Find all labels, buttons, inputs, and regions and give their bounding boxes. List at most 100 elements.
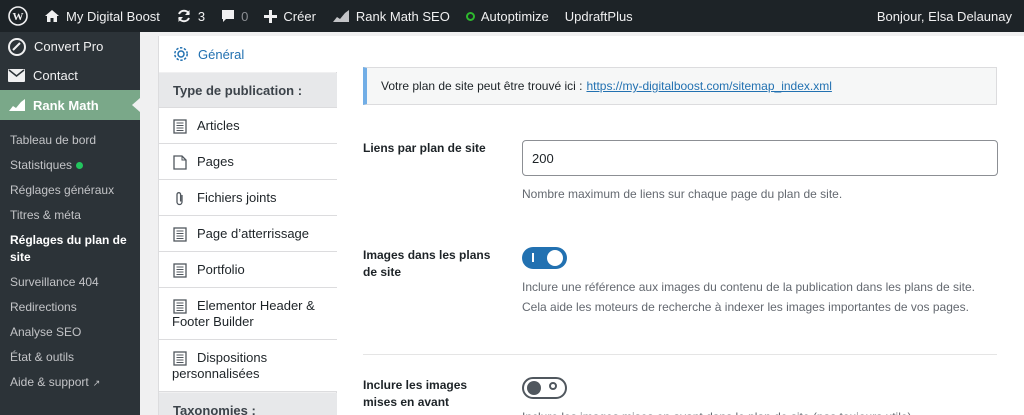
tab-general-label: Général xyxy=(198,46,245,62)
rankmath-label: Rank Math SEO xyxy=(355,8,450,24)
submenu-statistics-label: Statistiques xyxy=(10,158,73,172)
site-name: My Digital Boost xyxy=(66,8,160,24)
wordpress-logo-button[interactable]: W xyxy=(0,0,36,32)
envelope-icon xyxy=(8,69,25,82)
submenu-sitemap-settings-label: Réglages du plan de site xyxy=(10,233,127,264)
submenu-dashboard-label: Tableau de bord xyxy=(10,133,97,147)
featured-images-label: Inclure les images mises en avant xyxy=(363,378,468,409)
tab-custom-layouts-label: Dispositions personnalisées xyxy=(172,350,268,381)
page-icon xyxy=(173,155,187,170)
comments-count: 0 xyxy=(241,8,249,24)
admin-sidebar: Convert Pro Contact Rank Math Tableau de… xyxy=(0,32,140,415)
rank-math-icon xyxy=(332,10,349,22)
tab-portfolio[interactable]: Portfolio xyxy=(159,252,337,288)
updraft-label: UpdraftPlus xyxy=(564,8,633,24)
submenu-seo-analysis[interactable]: Analyse SEO xyxy=(0,320,140,345)
tab-general[interactable]: Général xyxy=(159,36,337,72)
submenu-redirections-label: Redirections xyxy=(10,300,77,314)
site-name-link[interactable]: My Digital Boost xyxy=(36,0,168,32)
submenu-status-tools[interactable]: État & outils xyxy=(0,345,140,370)
tab-articles[interactable]: Articles xyxy=(159,108,337,144)
autoptimize-link[interactable]: Autoptimize xyxy=(458,0,557,32)
convert-pro-icon xyxy=(8,37,26,56)
menu-contact[interactable]: Contact xyxy=(0,61,140,90)
tab-attachments-label: Fichiers joints xyxy=(197,190,277,205)
links-per-sitemap-input[interactable] xyxy=(522,140,998,176)
tab-landing-page[interactable]: Page d’atterrissage xyxy=(159,216,337,252)
document-icon xyxy=(173,263,187,278)
status-dot-icon xyxy=(76,162,84,170)
settings-tabs: Général Type de publication : Articles P… xyxy=(159,36,337,415)
tab-landing-page-label: Page d’atterrissage xyxy=(197,226,310,241)
submenu-seo-analysis-label: Analyse SEO xyxy=(10,325,82,339)
tab-section-taxonomies: Taxonomies : xyxy=(159,393,337,415)
updates-count: 3 xyxy=(197,8,206,24)
tab-pages[interactable]: Pages xyxy=(159,144,337,180)
submenu-general-settings[interactable]: Réglages généraux xyxy=(0,178,140,203)
submenu-statistics[interactable]: Statistiques xyxy=(0,153,140,178)
submenu-titles-meta[interactable]: Titres & méta xyxy=(0,203,140,228)
submenu-dashboard[interactable]: Tableau de bord xyxy=(0,128,140,153)
submenu-general-settings-label: Réglages généraux xyxy=(10,183,115,197)
submenu-help-support[interactable]: Aide & support ↗ xyxy=(0,370,140,396)
featured-images-toggle[interactable] xyxy=(522,377,567,399)
paperclip-icon xyxy=(176,192,183,206)
images-in-sitemaps-field-group: Inclure une référence aux images du cont… xyxy=(522,247,998,317)
section-divider xyxy=(363,354,997,355)
tab-portfolio-label: Portfolio xyxy=(197,262,245,277)
admin-bar: W My Digital Boost 3 0 Créer Rank Math S… xyxy=(0,0,1024,32)
tab-pages-label: Pages xyxy=(197,154,234,169)
tab-elementor-header-footer[interactable]: Elementor Header & Footer Builder xyxy=(159,288,337,340)
refresh-icon xyxy=(178,9,190,23)
svg-text:W: W xyxy=(13,11,24,23)
tab-articles-label: Articles xyxy=(197,118,240,133)
rankmath-seo-link[interactable]: Rank Math SEO xyxy=(324,0,458,32)
external-link-icon: ↗ xyxy=(92,378,101,388)
submenu-status-tools-label: État & outils xyxy=(10,350,75,364)
submenu-redirections[interactable]: Redirections xyxy=(0,295,140,320)
sitemap-index-link[interactable]: https://my-digitalboost.com/sitemap_inde… xyxy=(586,79,831,93)
menu-rank-math[interactable]: Rank Math xyxy=(0,90,140,120)
toggle-knob xyxy=(547,250,563,266)
images-in-sitemaps-toggle[interactable] xyxy=(522,247,567,269)
home-icon xyxy=(45,10,59,22)
rank-math-submenu: Tableau de bord Statistiques Réglages gé… xyxy=(0,120,140,396)
document-icon xyxy=(173,227,187,242)
rank-math-icon xyxy=(9,99,25,111)
settings-panel: Général Type de publication : Articles P… xyxy=(158,36,1024,415)
tab-elementor-header-footer-label: Elementor Header & Footer Builder xyxy=(172,298,315,329)
menu-rank-math-label: Rank Math xyxy=(33,97,99,113)
updraftplus-link[interactable]: UpdraftPlus xyxy=(557,0,641,32)
menu-convert-pro-label: Convert Pro xyxy=(34,39,104,54)
links-per-sitemap-label: Liens par plan de site xyxy=(363,141,486,155)
images-in-sitemaps-description: Inclure une référence aux images du cont… xyxy=(522,280,975,314)
submenu-404-monitor-label: Surveillance 404 xyxy=(10,275,99,289)
images-in-sitemaps-label: Images dans les plans de site xyxy=(363,248,491,279)
account-menu[interactable]: Bonjour, Elsa Delaunay xyxy=(869,0,1024,32)
toggle-knob xyxy=(527,381,541,395)
comment-icon xyxy=(222,10,235,22)
submenu-404-monitor[interactable]: Surveillance 404 xyxy=(0,270,140,295)
status-circle-icon xyxy=(465,11,475,21)
greeting: Bonjour, Elsa Delaunay xyxy=(876,8,1012,24)
new-content-link[interactable]: Créer xyxy=(256,0,324,32)
submenu-titles-meta-label: Titres & méta xyxy=(10,208,81,222)
updates-link[interactable]: 3 xyxy=(168,0,213,32)
toggle-on-mark xyxy=(532,253,534,262)
plus-icon xyxy=(264,9,278,23)
menu-contact-label: Contact xyxy=(33,68,78,83)
links-per-sitemap-field-group: Nombre maximum de liens sur chaque page … xyxy=(522,140,998,204)
sitemap-notice-text: Votre plan de site peut être trouvé ici … xyxy=(381,79,583,93)
menu-convert-pro[interactable]: Convert Pro xyxy=(0,32,140,61)
gear-icon xyxy=(174,47,188,61)
featured-images-field-group: Inclure les images mises en avant dans l… xyxy=(522,377,998,415)
tab-section-post-types: Type de publication : xyxy=(159,73,337,108)
tab-attachments[interactable]: Fichiers joints xyxy=(159,180,337,216)
submenu-sitemap-settings[interactable]: Réglages du plan de site xyxy=(0,228,140,270)
autoptimize-label: Autoptimize xyxy=(480,8,549,24)
featured-images-description: Inclure les images mises en avant dans l… xyxy=(522,407,998,415)
comments-link[interactable]: 0 xyxy=(213,0,256,32)
tab-custom-layouts[interactable]: Dispositions personnalisées xyxy=(159,340,337,392)
wordpress-icon: W xyxy=(8,6,28,26)
document-icon xyxy=(173,119,187,134)
